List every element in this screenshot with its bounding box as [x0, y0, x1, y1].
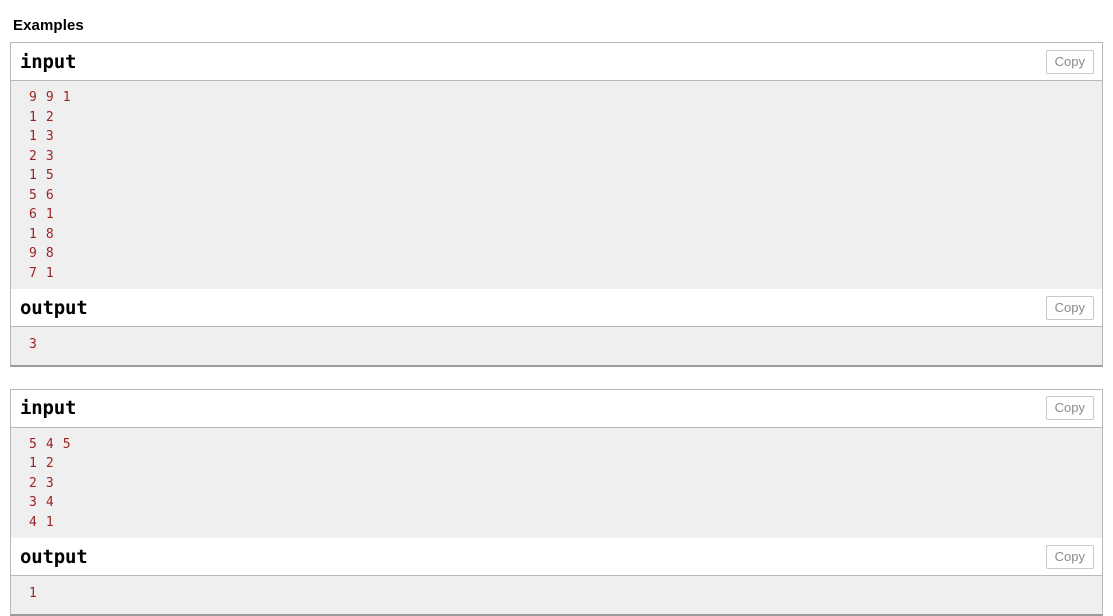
page-title: Examples	[13, 17, 84, 34]
output-body: 3	[11, 327, 1102, 365]
copy-output-button[interactable]: Copy	[1045, 544, 1094, 569]
output-code: 3	[29, 337, 38, 352]
output-header: output Copy	[11, 289, 1102, 327]
input-label: input	[20, 50, 77, 73]
output-body: 1	[11, 576, 1102, 614]
input-code: 9 9 1 1 2 1 3 2 3 1 5 5 6 6 1 1 8 9 8 7 …	[29, 90, 72, 281]
output-code: 1	[29, 586, 38, 601]
example-block: input Copy 5 4 5 1 2 2 3 3 4 4 1 output …	[10, 388, 1103, 616]
copy-input-button[interactable]: Copy	[1045, 396, 1094, 420]
input-label: input	[20, 397, 77, 419]
examples-page: Examples input Copy 9 9 1 1 2 1 3 2 3 1 …	[0, 0, 1113, 616]
output-label: output	[20, 545, 88, 568]
output-header: output Copy	[11, 538, 1102, 576]
input-body: 5 4 5 1 2 2 3 3 4 4 1	[11, 427, 1102, 538]
input-header: input Copy	[11, 43, 1102, 81]
example-block: input Copy 9 9 1 1 2 1 3 2 3 1 5 5 6 6 1…	[10, 42, 1103, 367]
input-body: 9 9 1 1 2 1 3 2 3 1 5 5 6 6 1 1 8 9 8 7 …	[11, 81, 1102, 289]
copy-input-button[interactable]: Copy	[1045, 49, 1094, 74]
input-code: 5 4 5 1 2 2 3 3 4 4 1	[29, 436, 72, 530]
output-label: output	[20, 296, 88, 319]
input-header: input Copy	[11, 389, 1102, 428]
copy-output-button[interactable]: Copy	[1045, 295, 1094, 320]
